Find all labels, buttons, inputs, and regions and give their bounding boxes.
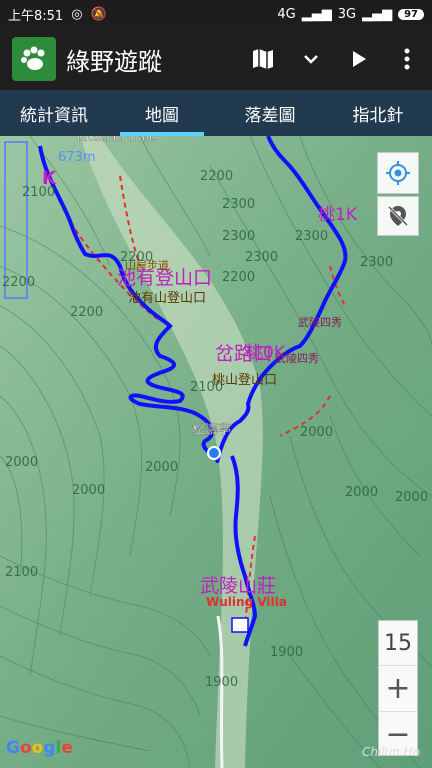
zoom-level: 15: [379, 621, 417, 666]
tab-bar: 統計資訊 地圖 落差圖 指北針: [0, 90, 432, 136]
signal-icon: ▂▄▆: [362, 6, 393, 22]
tao-1k-marker: 桃1K: [318, 205, 358, 225]
current-location-dot: [207, 446, 221, 460]
wuling-villa-marker: 武陵山莊: [200, 575, 276, 597]
photo-watermark: Chilun Ho: [362, 745, 421, 759]
topo-map: 2200 2300 2300 2300 2300 2300 2200 2200 …: [0, 136, 432, 768]
villa-marker-icon: [231, 617, 249, 633]
play-icon[interactable]: [346, 46, 372, 72]
more-vert-icon[interactable]: [394, 46, 420, 72]
crosshair-icon: [386, 161, 410, 185]
network-label-2: 3G: [337, 6, 357, 22]
status-bar: 上午8:51 ◎ 🔕 4G ▂▄▆ 3G ▂▄▆ 97: [0, 0, 432, 28]
tab-elevation-profile[interactable]: 落差圖: [216, 90, 324, 136]
contour-label: 2100: [5, 565, 38, 580]
app-title: 綠野遊蹤: [66, 47, 162, 76]
tab-compass[interactable]: 指北針: [324, 90, 432, 136]
battery-indicator: 97: [398, 8, 424, 20]
app-bar: 綠野遊蹤: [0, 28, 432, 90]
contour-label: 2300: [245, 250, 278, 265]
k-marker-label: K: [42, 168, 57, 189]
contour-label: 2300: [222, 229, 255, 244]
zoom-in-button[interactable]: +: [379, 666, 417, 712]
contour-label: 2200: [70, 305, 103, 320]
wuling-four-peaks-label: 武陵四秀: [298, 316, 342, 329]
map-view[interactable]: 2200 2300 2300 2300 2300 2300 2200 2200 …: [0, 136, 432, 768]
chiyou-trailhead-label: 池有山登山口: [128, 291, 206, 306]
tab-map[interactable]: 地圖: [108, 90, 216, 136]
contour-label: 2000: [72, 483, 105, 498]
zoom-controls: 15 + −: [378, 620, 418, 756]
contour-label: 2000: [300, 425, 333, 440]
altitude-label: 673m: [58, 150, 95, 165]
mute-icon: 🔕: [90, 6, 107, 22]
location-icon: ◎: [71, 6, 83, 22]
contour-label: 2300: [295, 229, 328, 244]
chevron-down-icon[interactable]: [298, 46, 324, 72]
tab-statistics[interactable]: 統計資訊: [0, 90, 108, 136]
contour-label: 2300: [222, 197, 255, 212]
contour-label: 2000: [345, 485, 378, 500]
network-label-1: 4G: [277, 6, 296, 22]
contour-label: 2000: [5, 455, 38, 470]
map-layers-icon[interactable]: [250, 46, 276, 72]
songtao-pavilion-label: 松濤亭: [192, 422, 231, 438]
contour-label: 2300: [360, 255, 393, 270]
app-logo-paw-icon: [12, 37, 56, 81]
wuling-four-peaks-label-2: 武陵四秀: [275, 352, 319, 365]
my-location-button[interactable]: [377, 152, 419, 194]
location-off-icon: [387, 205, 409, 227]
taoshan-trailhead-label: 桃山登山口: [212, 373, 277, 388]
contour-label: 1900: [205, 675, 238, 690]
trail-name-label: Taoshan Trails: [74, 136, 158, 144]
contour-label: 1900: [270, 645, 303, 660]
contour-label: 2200: [2, 275, 35, 290]
contour-label: 2200: [200, 169, 233, 184]
contour-label: 2200: [222, 270, 255, 285]
contour-label: 2000: [145, 460, 178, 475]
google-logo: Google: [6, 738, 73, 758]
wuling-villa-en-label: Wuling Villa: [206, 595, 287, 609]
trail-sign-label: 山屋步道: [125, 258, 169, 272]
location-off-button[interactable]: [377, 196, 419, 236]
contour-label: 2000: [395, 490, 428, 505]
signal-icon: ▂▄▆: [301, 6, 332, 22]
status-time: 上午8:51: [8, 8, 64, 24]
